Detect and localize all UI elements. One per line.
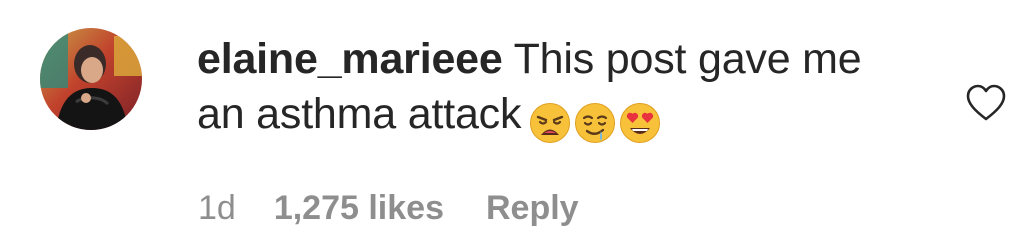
emoji-group: [529, 93, 664, 148]
username-link[interactable]: elaine_marieee: [197, 35, 503, 83]
comment-body-line1: This post gave me: [513, 35, 862, 83]
likes-count-link[interactable]: 1,275 likes: [274, 189, 444, 228]
avatar[interactable]: [40, 28, 142, 130]
comment-body-line2: an asthma attack: [197, 90, 522, 138]
weary-face-emoji-icon: [529, 102, 571, 144]
like-heart-icon[interactable]: [966, 84, 1006, 122]
comment-meta: 1d 1,275 likes Reply: [198, 186, 579, 230]
comment-text: elaine_marieee This post gave me an asth…: [197, 32, 917, 148]
drooling-face-emoji-icon: [574, 102, 616, 144]
comment: elaine_marieee This post gave me an asth…: [0, 0, 1024, 242]
timestamp: 1d: [198, 188, 236, 227]
heart-eyes-face-emoji-icon: [619, 102, 661, 144]
reply-button[interactable]: Reply: [486, 189, 579, 228]
